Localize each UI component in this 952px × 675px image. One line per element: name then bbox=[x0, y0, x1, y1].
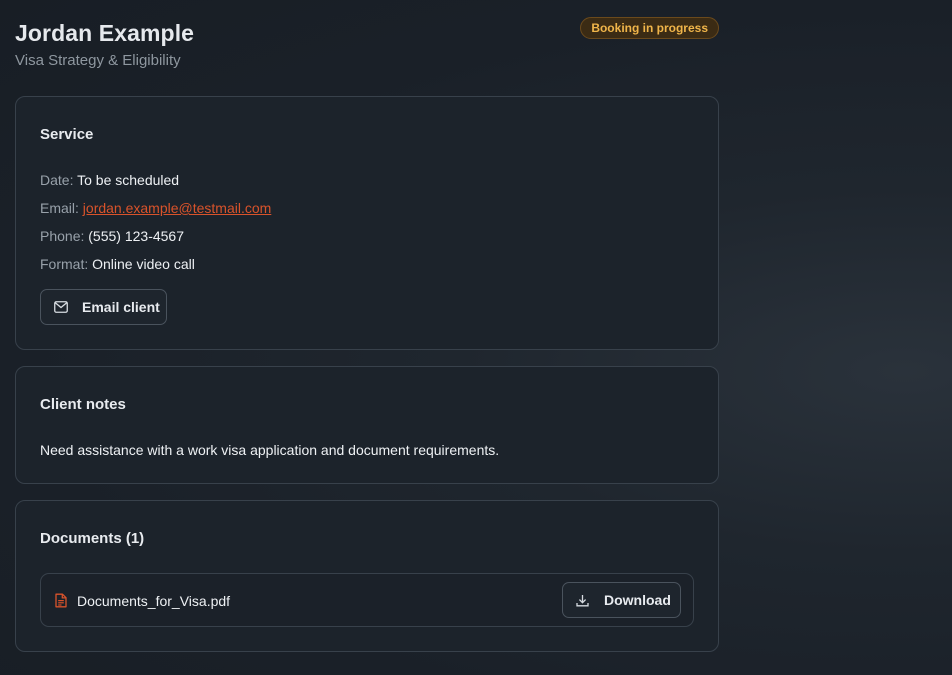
service-name: Visa Strategy & Eligibility bbox=[15, 52, 181, 69]
client-notes-title: Client notes bbox=[40, 396, 126, 413]
download-icon bbox=[576, 594, 589, 606]
download-label: Download bbox=[604, 592, 671, 608]
date-label: Date: bbox=[40, 172, 74, 188]
documents-card: Documents (1) Documents_for_Visa.pdf Dow… bbox=[15, 500, 719, 652]
file-text-icon bbox=[55, 593, 67, 608]
email-row: Email: jordan.example@testmail.com bbox=[40, 200, 271, 216]
email-client-button[interactable]: Email client bbox=[40, 289, 167, 325]
phone-label: Phone: bbox=[40, 228, 85, 244]
client-notes-card: Client notes Need assistance with a work… bbox=[15, 366, 719, 484]
date-row: Date: To be scheduled bbox=[40, 172, 179, 188]
service-card: Service Date: To be scheduled Email: jor… bbox=[15, 96, 719, 350]
date-value: To be scheduled bbox=[77, 172, 180, 188]
document-row: Documents_for_Visa.pdf Download bbox=[40, 573, 694, 627]
format-value: Online video call bbox=[92, 256, 195, 272]
format-row: Format: Online video call bbox=[40, 256, 195, 272]
status-badge: Booking in progress bbox=[580, 17, 719, 39]
documents-title: Documents (1) bbox=[40, 530, 145, 547]
format-label: Format: bbox=[40, 256, 89, 272]
document-name: Documents_for_Visa.pdf bbox=[77, 593, 231, 609]
email-label: Email: bbox=[40, 200, 79, 216]
phone-row: Phone: (555) 123-4567 bbox=[40, 228, 184, 244]
email-client-label: Email client bbox=[82, 299, 160, 315]
download-button[interactable]: Download bbox=[562, 582, 681, 618]
service-card-title: Service bbox=[40, 126, 94, 143]
page-header: Jordan Example Visa Strategy & Eligibili… bbox=[15, 17, 719, 72]
client-notes-text: Need assistance with a work visa applica… bbox=[40, 442, 500, 458]
phone-value: (555) 123-4567 bbox=[88, 228, 185, 244]
client-name: Jordan Example bbox=[15, 20, 195, 46]
mail-icon bbox=[54, 301, 68, 313]
email-link[interactable]: jordan.example@testmail.com bbox=[83, 200, 272, 216]
